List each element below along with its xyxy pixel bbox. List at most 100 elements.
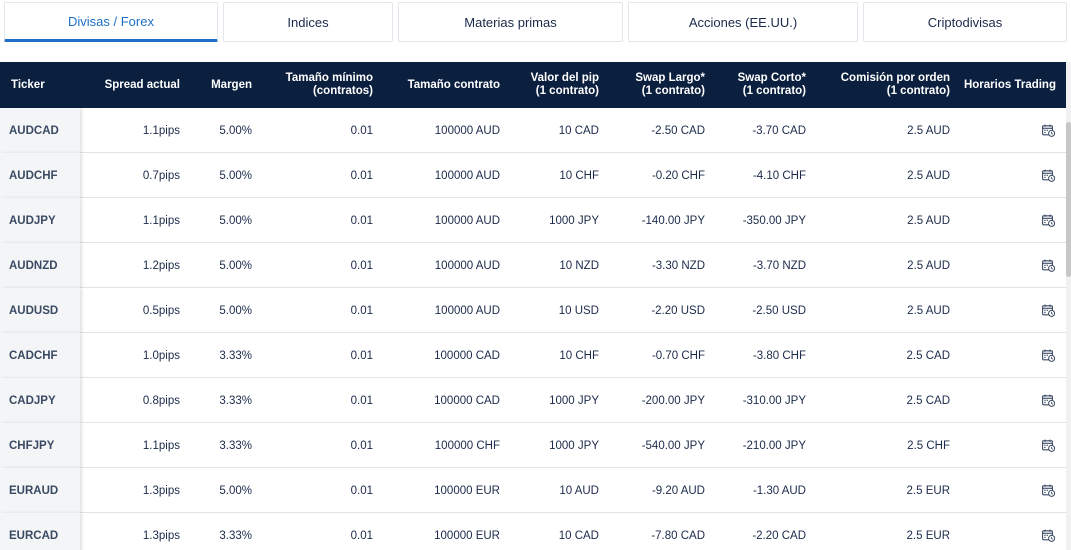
min-size-cell: 0.01 — [350, 214, 373, 227]
swap-long-cell: -9.20 AUD — [651, 484, 705, 497]
calendar-clock-icon[interactable] — [1038, 108, 1058, 153]
contract-size-cell: 100000 AUD — [434, 169, 500, 182]
tab-indices[interactable]: Indices — [223, 2, 393, 42]
calendar-clock-icon[interactable] — [1038, 243, 1058, 288]
contract-size-cell: 100000 AUD — [434, 304, 500, 317]
scrollbar[interactable] — [1066, 62, 1071, 550]
contract-size-cell: 100000 AUD — [434, 259, 500, 272]
calendar-clock-icon[interactable] — [1038, 333, 1058, 378]
min-size-cell: 0.01 — [350, 484, 373, 497]
swap-short-cell: -3.80 CHF — [752, 349, 806, 362]
margin-cell: 5.00% — [219, 484, 252, 497]
margin-cell: 3.33% — [219, 529, 252, 542]
spread-cell: 1.2pips — [142, 259, 180, 272]
tab-us-stocks[interactable]: Acciones (EE.UU.) — [628, 2, 858, 42]
ticker-cell[interactable]: AUDJPY — [0, 198, 80, 243]
scrollbar-thumb[interactable] — [1066, 122, 1071, 277]
swap-short-cell: -3.70 NZD — [752, 259, 806, 272]
tab-crypto[interactable]: Criptodivisas — [863, 2, 1067, 42]
commission-cell: 2.5 AUD — [907, 259, 950, 272]
commission-cell: 2.5 AUD — [907, 304, 950, 317]
min-size-cell: 0.01 — [350, 169, 373, 182]
swap-short-cell: -310.00 JPY — [742, 394, 806, 407]
swap-long-cell: -3.30 NZD — [651, 259, 705, 272]
header-pip-value[interactable]: Valor del pip (1 contrato) — [510, 62, 599, 108]
spread-cell: 1.3pips — [142, 484, 180, 497]
contract-size-cell: 100000 CHF — [434, 439, 500, 452]
contract-size-cell: 100000 AUD — [434, 214, 500, 227]
table-row: AUDNZD 1.2pips 5.00% 0.01 100000 AUD 10 … — [0, 243, 1066, 288]
swap-short-cell: -3.70 CAD — [752, 124, 806, 137]
ticker-cell[interactable]: AUDUSD — [0, 288, 80, 333]
header-min-size[interactable]: Tamaño mínimo (contratos) — [262, 62, 373, 108]
header-swap-long[interactable]: Swap Largo* (1 contrato) — [609, 62, 705, 108]
table-row: AUDCHF 0.7pips 5.00% 0.01 100000 AUD 10 … — [0, 153, 1066, 198]
header-ticker[interactable]: Ticker — [11, 62, 71, 108]
ticker-cell[interactable]: CHFJPY — [0, 423, 80, 468]
margin-cell: 3.33% — [219, 394, 252, 407]
forex-table: Ticker Spread actual Margen Tamaño mínim… — [0, 62, 1066, 550]
ticker-cell[interactable]: EURCAD — [0, 513, 80, 550]
calendar-clock-icon[interactable] — [1038, 288, 1058, 333]
table-row: CADJPY 0.8pips 3.33% 0.01 100000 CAD 100… — [0, 378, 1066, 423]
swap-long-cell: -540.00 JPY — [641, 439, 705, 452]
commission-cell: 2.5 AUD — [907, 169, 950, 182]
header-margin[interactable]: Margen — [190, 62, 252, 108]
pip-value-cell: 1000 JPY — [549, 214, 599, 227]
calendar-clock-icon[interactable] — [1038, 468, 1058, 513]
calendar-clock-icon[interactable] — [1038, 198, 1058, 243]
swap-short-cell: -350.00 JPY — [742, 214, 806, 227]
header-contract-size[interactable]: Tamaño contrato — [383, 62, 500, 108]
margin-cell: 3.33% — [219, 439, 252, 452]
pip-value-cell: 10 CHF — [559, 169, 599, 182]
contract-size-cell: 100000 CAD — [434, 349, 500, 362]
ticker-cell[interactable]: EURAUD — [0, 468, 80, 513]
swap-long-cell: -2.50 CAD — [651, 124, 705, 137]
spread-cell: 1.0pips — [142, 349, 180, 362]
swap-short-cell: -210.00 JPY — [742, 439, 806, 452]
header-trading-hours[interactable]: Horarios Trading — [960, 62, 1056, 108]
header-commission[interactable]: Comisión por orden (1 contrato) — [816, 62, 950, 108]
swap-long-cell: -0.70 CHF — [651, 349, 705, 362]
pip-value-cell: 1000 JPY — [549, 439, 599, 452]
ticker-cell[interactable]: AUDNZD — [0, 243, 80, 288]
contract-size-cell: 100000 EUR — [434, 484, 500, 497]
calendar-clock-icon[interactable] — [1038, 153, 1058, 198]
tab-forex[interactable]: Divisas / Forex — [4, 2, 218, 42]
commission-cell: 2.5 CHF — [907, 439, 950, 452]
ticker-cell[interactable]: CADCHF — [0, 333, 80, 378]
contract-size-cell: 100000 AUD — [434, 124, 500, 137]
min-size-cell: 0.01 — [350, 529, 373, 542]
calendar-clock-icon[interactable] — [1038, 378, 1058, 423]
ticker-cell[interactable]: CADJPY — [0, 378, 80, 423]
pip-value-cell: 10 AUD — [559, 484, 599, 497]
spread-cell: 1.1pips — [142, 439, 180, 452]
pip-value-cell: 10 CAD — [558, 529, 599, 542]
header-swap-short[interactable]: Swap Corto* (1 contrato) — [715, 62, 806, 108]
pip-value-cell: 1000 JPY — [549, 394, 599, 407]
ticker-cell[interactable]: AUDCAD — [0, 108, 80, 153]
spread-cell: 0.8pips — [142, 394, 180, 407]
table-row: EURCAD 1.3pips 3.33% 0.01 100000 EUR 10 … — [0, 513, 1066, 550]
ticker-cell[interactable]: AUDCHF — [0, 153, 80, 198]
swap-short-cell: -1.30 AUD — [752, 484, 806, 497]
spread-cell: 1.3pips — [142, 529, 180, 542]
table-row: EURAUD 1.3pips 5.00% 0.01 100000 EUR 10 … — [0, 468, 1066, 513]
table-row: AUDUSD 0.5pips 5.00% 0.01 100000 AUD 10 … — [0, 288, 1066, 333]
calendar-clock-icon[interactable] — [1038, 423, 1058, 468]
min-size-cell: 0.01 — [350, 439, 373, 452]
calendar-clock-icon[interactable] — [1038, 513, 1058, 550]
spread-cell: 1.1pips — [142, 214, 180, 227]
margin-cell: 5.00% — [219, 124, 252, 137]
swap-long-cell: -0.20 CHF — [651, 169, 705, 182]
tab-commodities[interactable]: Materias primas — [398, 2, 623, 42]
table-row: CADCHF 1.0pips 3.33% 0.01 100000 CAD 10 … — [0, 333, 1066, 378]
spread-cell: 1.1pips — [142, 124, 180, 137]
swap-long-cell: -2.20 USD — [651, 304, 705, 317]
commission-cell: 2.5 CAD — [906, 394, 950, 407]
commission-cell: 2.5 AUD — [907, 124, 950, 137]
header-spread[interactable]: Spread actual — [90, 62, 180, 108]
swap-short-cell: -4.10 CHF — [752, 169, 806, 182]
margin-cell: 5.00% — [219, 259, 252, 272]
commission-cell: 2.5 AUD — [907, 214, 950, 227]
